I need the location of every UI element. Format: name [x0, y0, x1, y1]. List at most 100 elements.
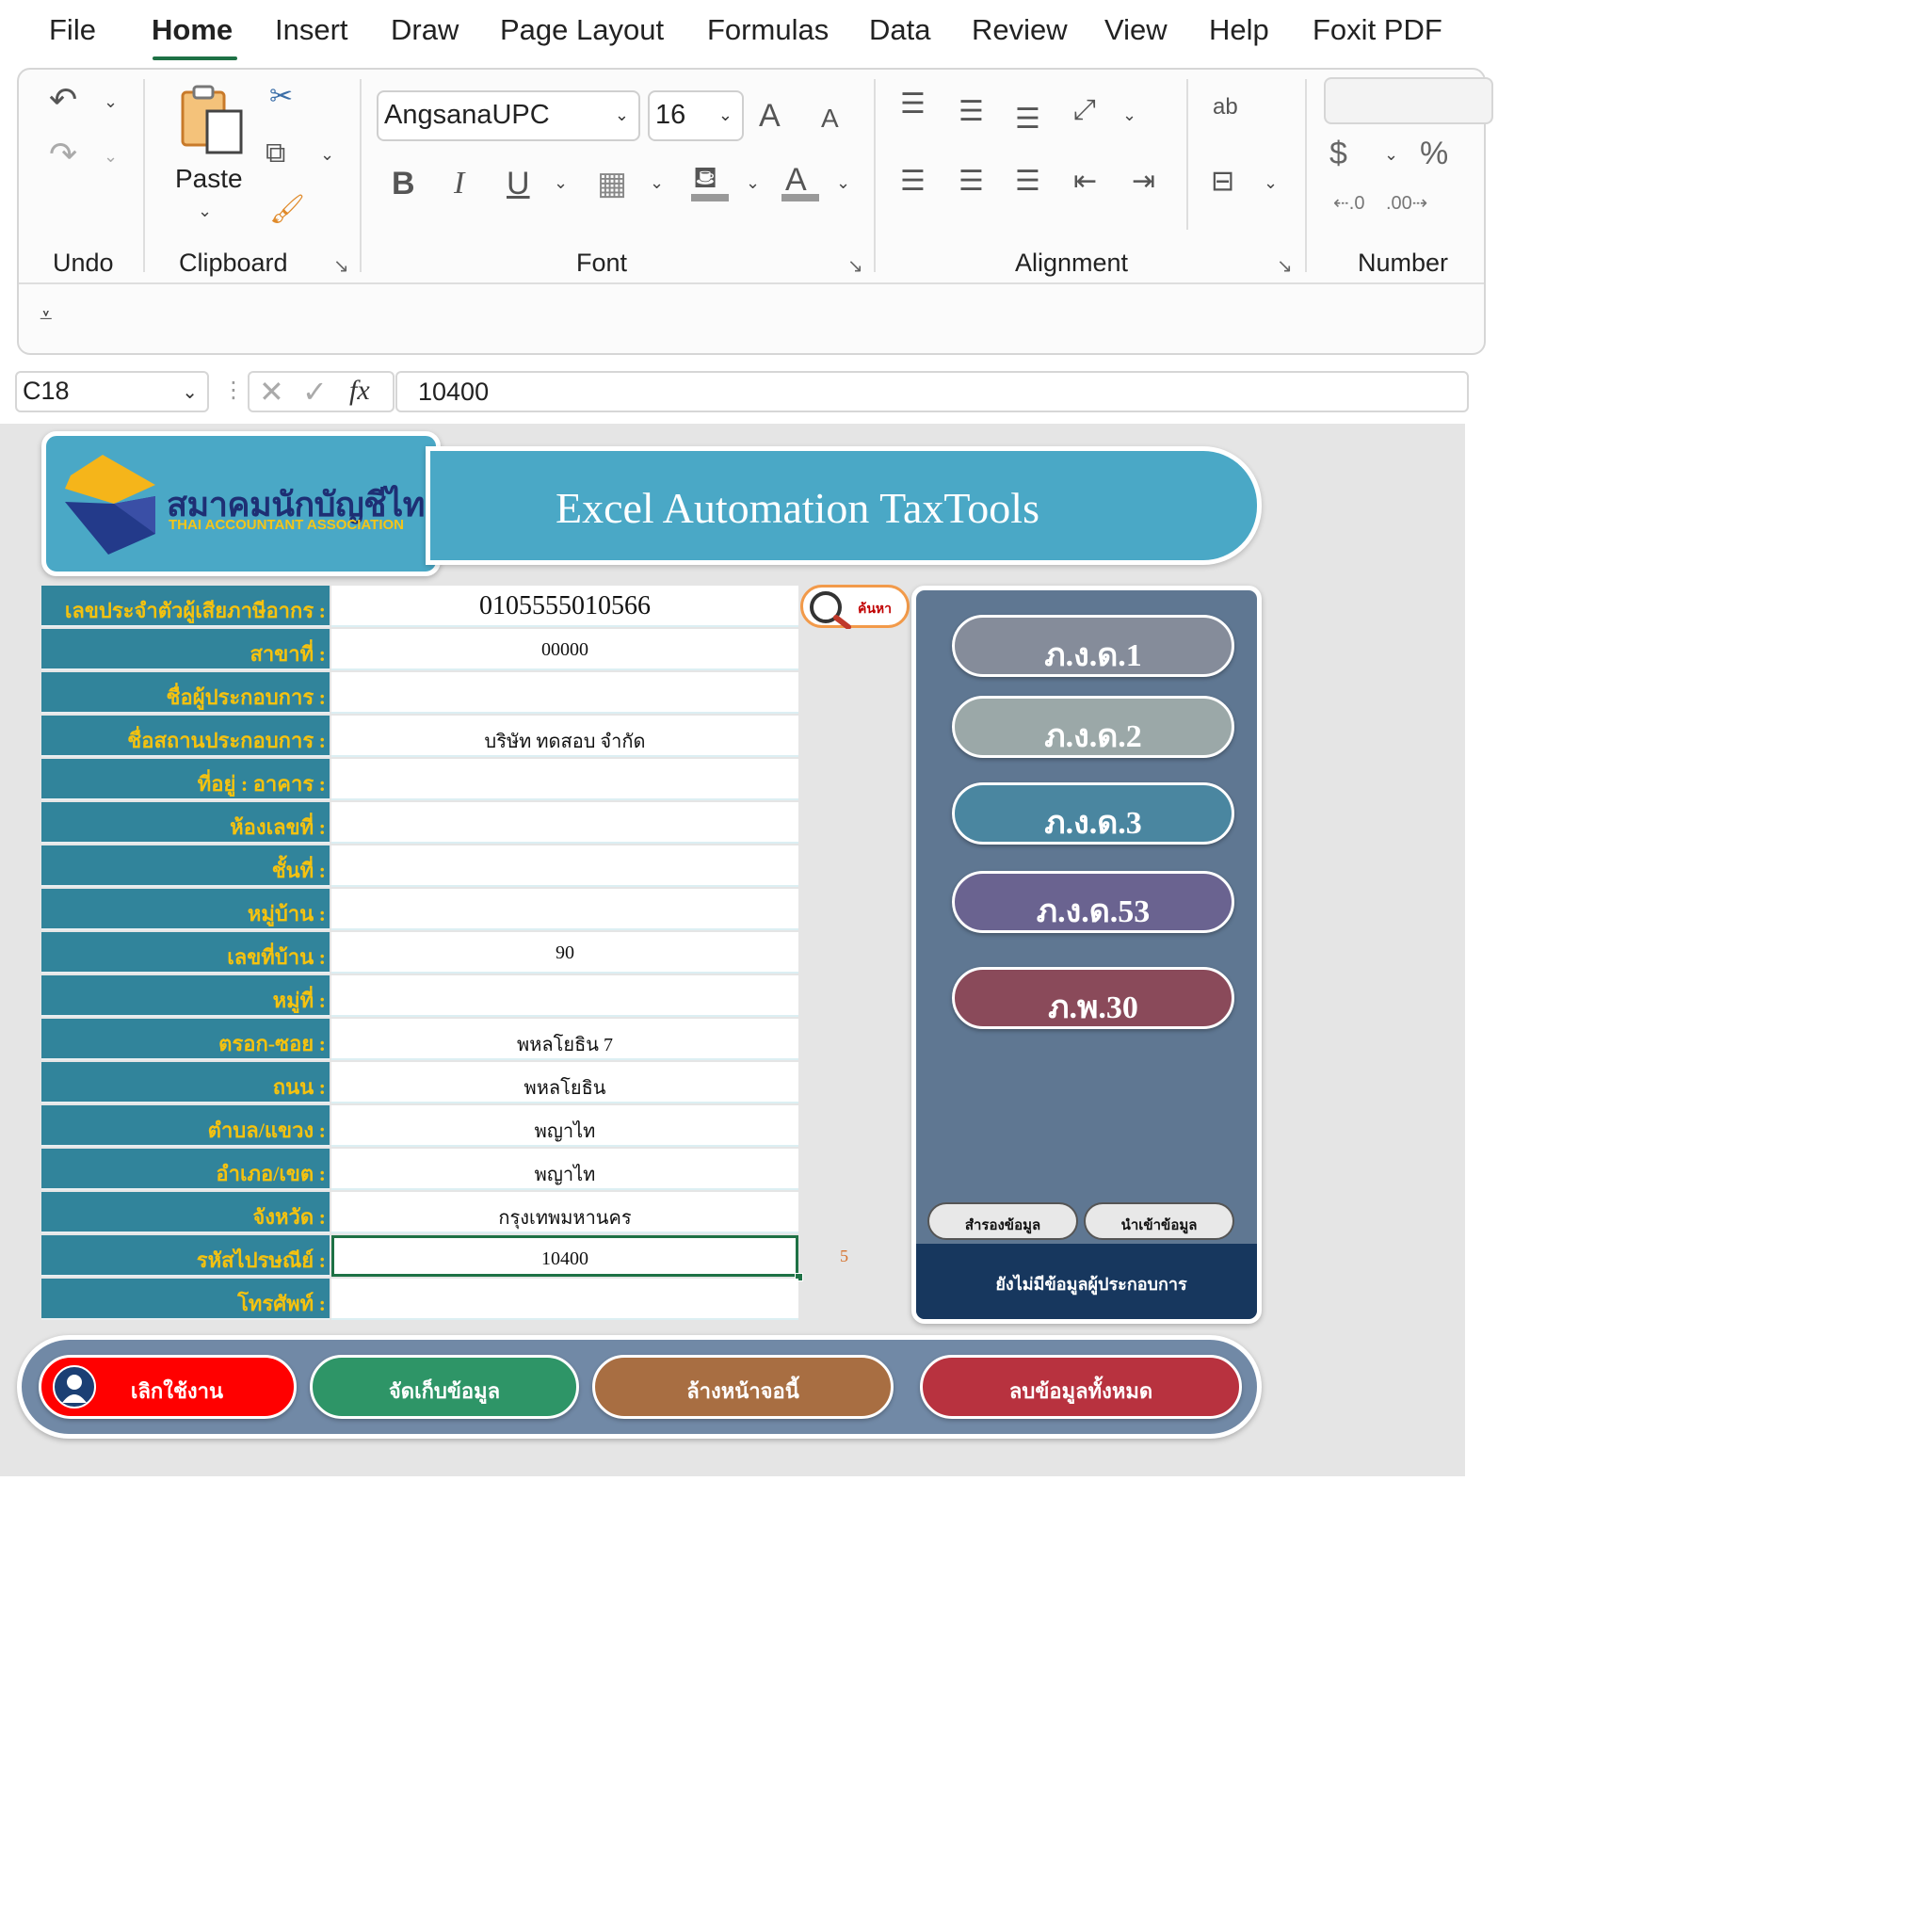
borders-icon[interactable]: ▦	[597, 168, 627, 200]
field-value-cell[interactable]: 0105555010566	[331, 586, 798, 627]
tab-help[interactable]: Help	[1209, 13, 1269, 47]
clipboard-launcher-icon[interactable]: ↘	[333, 254, 349, 278]
form-pp30-button[interactable]: ภ.พ.30	[952, 967, 1234, 1029]
decrease-indent-icon[interactable]: ⇤	[1073, 168, 1097, 196]
field-value-cell[interactable]	[331, 759, 798, 800]
tab-formulas[interactable]: Formulas	[707, 13, 829, 47]
field-value-cell[interactable]	[331, 975, 798, 1017]
underline-dropdown-icon[interactable]: ⌄	[554, 173, 568, 193]
tab-page-layout[interactable]: Page Layout	[500, 13, 664, 47]
middle-align-icon[interactable]: ☰	[958, 98, 984, 126]
form-pnd1-button[interactable]: ภ.ง.ด.1	[952, 615, 1234, 677]
form-pnd53-button[interactable]: ภ.ง.ด.53	[952, 871, 1234, 933]
status-message: ยังไม่มีข้อมูลผู้ประกอบการ	[916, 1244, 1257, 1319]
currency-icon[interactable]: $	[1329, 137, 1347, 169]
cancel-icon[interactable]: ✕	[259, 377, 284, 407]
align-left-icon[interactable]: ☰	[900, 168, 926, 196]
merge-center-icon[interactable]: ⊟	[1211, 168, 1234, 196]
collapse-ribbon-icon[interactable]: ⩡	[40, 305, 53, 328]
form-pnd3-button[interactable]: ภ.ง.ด.3	[952, 782, 1234, 845]
fill-color-icon[interactable]: ⛾	[693, 162, 717, 192]
undo-dropdown-icon[interactable]: ⌄	[104, 92, 118, 112]
field-value-cell[interactable]	[331, 889, 798, 930]
tab-file[interactable]: File	[49, 13, 96, 47]
borders-dropdown-icon[interactable]: ⌄	[650, 173, 664, 193]
tab-draw[interactable]: Draw	[391, 13, 459, 47]
paste-dropdown-icon[interactable]: ⌄	[198, 201, 212, 221]
search-button[interactable]: ค้นหา	[800, 585, 910, 629]
tab-view[interactable]: View	[1104, 13, 1168, 47]
field-value-cell[interactable]: กรุงเทพมหานคร	[331, 1192, 798, 1233]
align-center-icon[interactable]: ☰	[958, 168, 984, 196]
format-painter-icon[interactable]: 🖌	[269, 196, 305, 224]
top-align-icon[interactable]: ☰	[900, 90, 926, 119]
clear-screen-button[interactable]: ล้างหน้าจอนี้	[592, 1355, 894, 1419]
shrink-font-icon[interactable]: A	[821, 105, 839, 132]
copy-icon[interactable]: ⧉	[266, 139, 285, 168]
tab-review[interactable]: Review	[972, 13, 1068, 47]
form-pnd2-button[interactable]: ภ.ง.ด.2	[952, 696, 1234, 758]
field-value-cell[interactable]: 00000	[331, 629, 798, 670]
ribbon: ↶ ⌄ ↷ ⌄ Undo Paste ⌄ ✂ ⧉ ⌄ 🖌 Clipboard ↘…	[17, 68, 1493, 355]
field-value-cell[interactable]: บริษัท ทดสอบ จำกัด	[331, 716, 798, 757]
underline-icon[interactable]: U	[507, 168, 530, 200]
field-value-cell[interactable]	[331, 672, 798, 714]
font-color-dropdown-icon[interactable]: ⌄	[836, 173, 850, 193]
orientation-dropdown-icon[interactable]: ⌄	[1122, 105, 1136, 125]
currency-dropdown-icon[interactable]: ⌄	[1384, 145, 1398, 165]
more-options-icon[interactable]: ⋮	[222, 377, 245, 404]
tab-foxit-pdf[interactable]: Foxit PDF	[1313, 13, 1442, 47]
align-right-icon[interactable]: ☰	[1015, 168, 1040, 196]
enter-icon[interactable]: ✓	[302, 377, 328, 407]
form-row: ตรอก-ซอย : พหลโยธิน 7	[41, 1019, 800, 1062]
fill-color-dropdown-icon[interactable]: ⌄	[746, 173, 760, 193]
delete-all-button[interactable]: ลบข้อมูลทั้งหมด	[920, 1355, 1242, 1419]
undo-icon[interactable]: ↶	[49, 83, 77, 117]
italic-icon[interactable]: I	[454, 168, 464, 200]
bottom-align-icon[interactable]: ☰	[1015, 105, 1040, 134]
wrap-text-icon[interactable]: ab	[1213, 96, 1238, 119]
import-data-button[interactable]: นำเข้าข้อมูล	[1084, 1202, 1234, 1240]
name-box[interactable]: C18 ⌄	[15, 371, 209, 412]
percent-icon[interactable]: %	[1420, 137, 1448, 169]
group-undo-label: Undo	[53, 249, 114, 277]
field-value-cell[interactable]: พหลโยธิน 7	[331, 1019, 798, 1060]
increase-indent-icon[interactable]: ⇥	[1132, 168, 1155, 196]
field-value-cell[interactable]: พญาไท	[331, 1149, 798, 1190]
redo-dropdown-icon[interactable]: ⌄	[104, 147, 118, 167]
font-name-combo[interactable]: AngsanaUPC ⌄	[377, 90, 640, 141]
orientation-icon[interactable]: ⤢	[1073, 96, 1096, 124]
exit-label: เลิกใช้งาน	[130, 1379, 224, 1403]
merge-dropdown-icon[interactable]: ⌄	[1264, 173, 1278, 193]
paste-icon[interactable]	[179, 85, 245, 154]
tab-insert[interactable]: Insert	[275, 13, 348, 47]
font-color-icon[interactable]: A	[785, 164, 807, 196]
formula-input[interactable]: 10400	[395, 371, 1469, 412]
redo-icon[interactable]: ↷	[49, 137, 77, 171]
copy-dropdown-icon[interactable]: ⌄	[320, 145, 334, 165]
increase-decimal-icon[interactable]: ⇠.0	[1333, 194, 1364, 213]
number-format-combo[interactable]	[1324, 77, 1493, 124]
selected-cell[interactable]: 10400	[331, 1235, 798, 1277]
tab-home[interactable]: Home	[152, 13, 233, 47]
insert-function-icon[interactable]: fx	[349, 377, 370, 405]
grow-font-icon[interactable]: A	[759, 100, 781, 132]
tab-data[interactable]: Data	[869, 13, 930, 47]
paste-button-label[interactable]: Paste	[175, 164, 243, 194]
field-value-cell[interactable]: พหลโยธิน	[331, 1062, 798, 1103]
form-row: อำเภอ/เขต : พญาไท	[41, 1149, 800, 1192]
cut-icon[interactable]: ✂	[269, 83, 293, 111]
bold-icon[interactable]: B	[392, 168, 415, 200]
field-value-cell[interactable]: พญาไท	[331, 1105, 798, 1147]
save-data-button[interactable]: จัดเก็บข้อมูล	[310, 1355, 579, 1419]
exit-button[interactable]: เลิกใช้งาน	[39, 1355, 297, 1419]
backup-data-button[interactable]: สำรองข้อมูล	[927, 1202, 1078, 1240]
decrease-decimal-icon[interactable]: .00⇢	[1386, 194, 1428, 213]
alignment-launcher-icon[interactable]: ↘	[1277, 254, 1293, 278]
field-value-cell[interactable]	[331, 845, 798, 887]
field-value-cell[interactable]	[331, 1279, 798, 1320]
font-size-combo[interactable]: 16 ⌄	[648, 90, 744, 141]
font-launcher-icon[interactable]: ↘	[847, 254, 863, 278]
field-value-cell[interactable]: 90	[331, 932, 798, 974]
field-value-cell[interactable]	[331, 802, 798, 844]
